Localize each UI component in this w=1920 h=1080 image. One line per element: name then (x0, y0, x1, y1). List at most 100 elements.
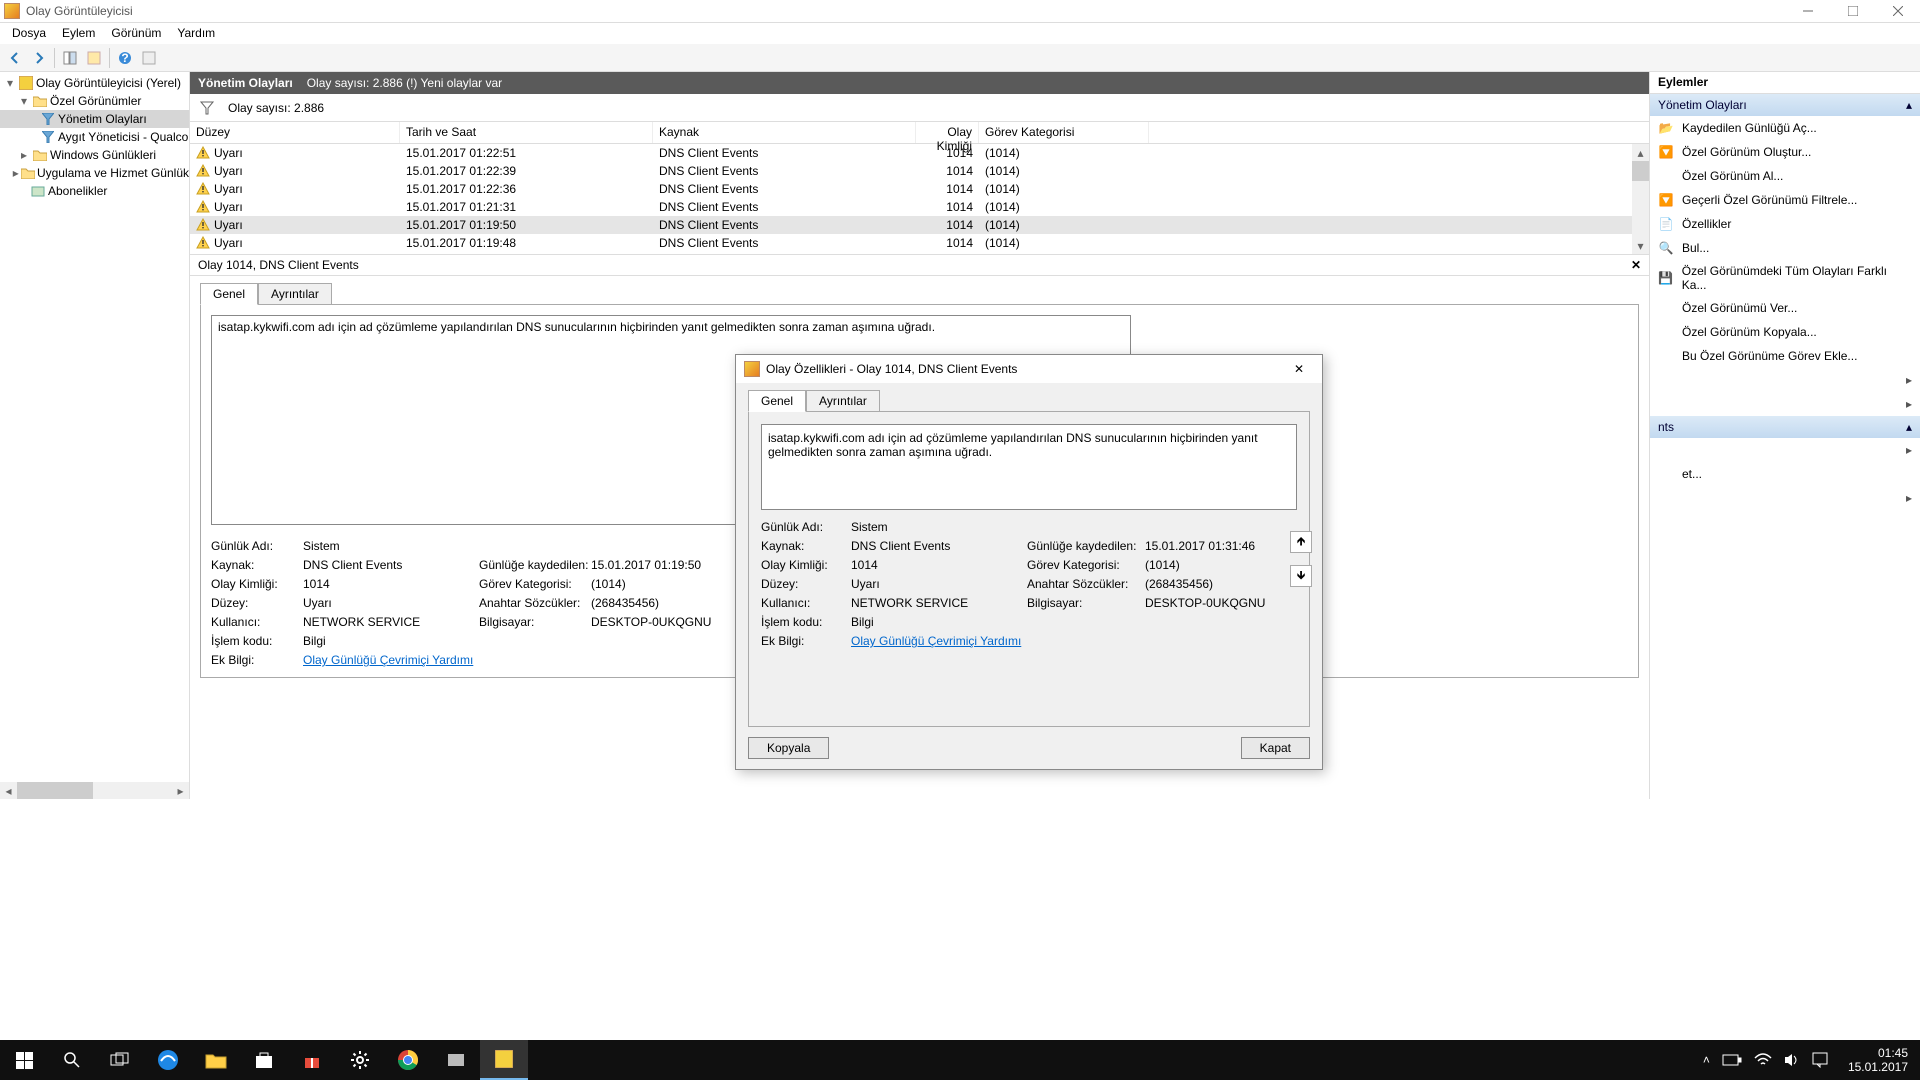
menu-gorunum[interactable]: Görünüm (103, 23, 169, 44)
table-row[interactable]: Uyarı15.01.2017 01:22:39DNS Client Event… (190, 162, 1649, 180)
tray-chevron-icon[interactable]: ˄ (1703, 1053, 1710, 1067)
tree-root[interactable]: ▾ Olay Görüntüleyicisi (Yerel) (0, 74, 189, 92)
val-source: DNS Client Events (303, 558, 479, 572)
dialog-tab-general[interactable]: Genel (748, 390, 806, 412)
action-item[interactable]: 💾Özel Görünümdeki Tüm Olayları Farklı Ka… (1650, 260, 1920, 296)
properties-button[interactable] (83, 47, 105, 69)
table-row[interactable]: Uyarı15.01.2017 01:19:50DNS Client Event… (190, 216, 1649, 234)
col-level[interactable]: Düzey (190, 122, 400, 143)
detail-title: Olay 1014, DNS Client Events (198, 258, 359, 272)
actions-group-2[interactable]: nts▴ (1650, 416, 1920, 438)
action-item[interactable]: 📄Özellikler (1650, 212, 1920, 236)
val-eventid: 1014 (303, 577, 479, 591)
filter-icon (40, 111, 56, 127)
dialog-close-button[interactable]: ✕ (1284, 362, 1314, 376)
lbl-source: Kaynak: (211, 558, 303, 572)
tray-volume-icon[interactable] (1784, 1053, 1800, 1067)
action-item[interactable]: Özel Görünüm Al... (1650, 164, 1920, 188)
action-item[interactable]: Özel Görünümü Ver... (1650, 296, 1920, 320)
gift-icon[interactable] (288, 1040, 336, 1080)
eventviewer-taskbar-icon[interactable] (480, 1040, 528, 1080)
action-overflow-4[interactable]: et... (1650, 462, 1920, 486)
edge-icon[interactable] (144, 1040, 192, 1080)
action-item[interactable]: Bu Özel Görünüme Görev Ekle... (1650, 344, 1920, 368)
warning-icon (196, 164, 210, 178)
col-id[interactable]: Olay Kimliği (916, 122, 979, 143)
dialog-titlebar[interactable]: Olay Özellikleri - Olay 1014, DNS Client… (736, 355, 1322, 383)
detail-help-link[interactable]: Olay Günlüğü Çevrimiçi Yardımı (303, 653, 473, 667)
start-button[interactable] (0, 1040, 48, 1080)
table-row[interactable]: Uyarı15.01.2017 01:22:36DNS Client Event… (190, 180, 1649, 198)
search-button[interactable] (48, 1040, 96, 1080)
close-button[interactable] (1875, 0, 1920, 23)
forward-button[interactable] (28, 47, 50, 69)
dialog-copy-button[interactable]: Kopyala (748, 737, 829, 759)
table-row[interactable]: Uyarı15.01.2017 01:19:48DNS Client Event… (190, 234, 1649, 252)
col-date[interactable]: Tarih ve Saat (400, 122, 653, 143)
menu-eylem[interactable]: Eylem (54, 23, 103, 44)
action-item[interactable]: 📂Kaydedilen Günlüğü Aç... (1650, 116, 1920, 140)
dialog-prev-button[interactable]: 🡹 (1290, 531, 1312, 553)
explorer-icon[interactable] (192, 1040, 240, 1080)
tray-wifi-icon[interactable] (1754, 1053, 1772, 1067)
extra-button[interactable] (138, 47, 160, 69)
dialog-message[interactable]: isatap.kykwifi.com adı için ad çözümleme… (761, 424, 1297, 510)
val-level: Uyarı (303, 596, 479, 610)
help-button[interactable]: ? (114, 47, 136, 69)
action-item[interactable]: 🔽Geçerli Özel Görünümü Filtrele... (1650, 188, 1920, 212)
dialog-close-button-2[interactable]: Kapat (1241, 737, 1310, 759)
table-row[interactable]: Uyarı15.01.2017 01:22:51DNS Client Event… (190, 144, 1649, 162)
dialog-help-link[interactable]: Olay Günlüğü Çevrimiçi Yardımı (851, 634, 1021, 648)
action-item[interactable]: 🔽Özel Görünüm Oluştur... (1650, 140, 1920, 164)
tree-admin-events[interactable]: Yönetim Olayları (0, 110, 189, 128)
window-title: Olay Görüntüleyicisi (26, 4, 1785, 18)
show-tree-button[interactable] (59, 47, 81, 69)
menu-yardim[interactable]: Yardım (169, 23, 223, 44)
back-button[interactable] (4, 47, 26, 69)
taskbar[interactable]: ˄ 01:45 15.01.2017 (0, 1040, 1920, 1080)
tree-app-service[interactable]: ▸ Uygulama ve Hizmet Günlük (0, 164, 189, 182)
maximize-button[interactable] (1830, 0, 1875, 23)
action-overflow-1[interactable] (1650, 368, 1920, 392)
detail-close-icon[interactable]: ✕ (1631, 258, 1641, 272)
chrome-icon[interactable] (384, 1040, 432, 1080)
actions-group-1[interactable]: Yönetim Olayları▴ (1650, 94, 1920, 116)
table-row[interactable]: Uyarı15.01.2017 01:21:31DNS Client Event… (190, 198, 1649, 216)
minimize-button[interactable] (1785, 0, 1830, 23)
tray-clock[interactable]: 01:45 15.01.2017 (1840, 1046, 1916, 1074)
folder-icon (32, 93, 48, 109)
filter-icon[interactable] (200, 101, 214, 115)
tree-subscriptions[interactable]: Abonelikler (0, 182, 189, 200)
tab-general[interactable]: Genel (200, 283, 258, 305)
tab-details[interactable]: Ayrıntılar (258, 283, 332, 305)
action-item[interactable]: 🔍Bul... (1650, 236, 1920, 260)
action-overflow-3[interactable] (1650, 438, 1920, 462)
subscriptions-icon (30, 183, 46, 199)
warning-icon (196, 200, 210, 214)
tree-windows-logs[interactable]: ▸ Windows Günlükleri (0, 146, 189, 164)
task-view-button[interactable] (96, 1040, 144, 1080)
tray-battery-icon[interactable] (1722, 1054, 1742, 1066)
filter-icon (40, 129, 56, 145)
grid-vscrollbar[interactable]: ▴▾ (1632, 144, 1649, 254)
dialog-tab-details[interactable]: Ayrıntılar (806, 390, 880, 412)
lbl-logname: Günlük Adı: (211, 539, 303, 553)
action-overflow-2[interactable] (1650, 392, 1920, 416)
tree-qualco[interactable]: Aygıt Yöneticisi - Qualco (0, 128, 189, 146)
grid-header[interactable]: Düzey Tarih ve Saat Kaynak Olay Kimliği … (190, 122, 1649, 144)
lbl-level: Düzey: (211, 596, 303, 610)
action-icon: 📄 (1658, 216, 1674, 232)
tray-notifications-icon[interactable] (1812, 1052, 1828, 1068)
store-icon[interactable] (240, 1040, 288, 1080)
action-overflow-5[interactable] (1650, 486, 1920, 510)
tree-hscrollbar[interactable]: ◂▸ (0, 782, 189, 799)
col-source[interactable]: Kaynak (653, 122, 916, 143)
app-icon-1[interactable] (432, 1040, 480, 1080)
lbl-computer: Bilgisayar: (479, 615, 591, 629)
col-task[interactable]: Görev Kategorisi (979, 122, 1149, 143)
dialog-next-button[interactable]: 🡻 (1290, 565, 1312, 587)
tree-custom-views[interactable]: ▾ Özel Görünümler (0, 92, 189, 110)
settings-icon[interactable] (336, 1040, 384, 1080)
menu-dosya[interactable]: Dosya (4, 23, 54, 44)
action-item[interactable]: Özel Görünüm Kopyala... (1650, 320, 1920, 344)
